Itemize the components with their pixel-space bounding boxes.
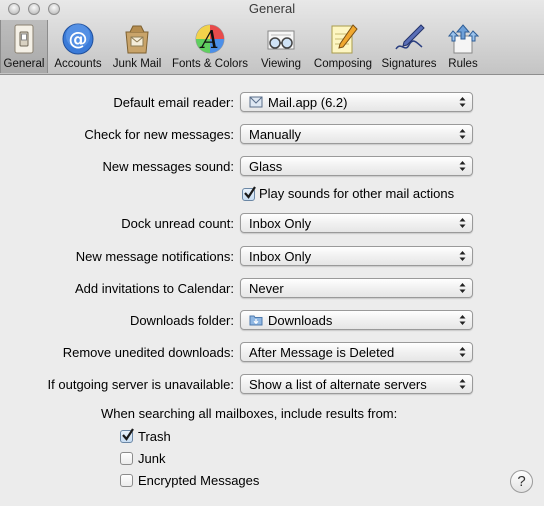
play-sounds-label[interactable]: Play sounds for other mail actions	[259, 186, 454, 201]
dock-unread-count-value: Inbox Only	[249, 216, 312, 231]
downloads-folder-popup[interactable]: Downloads	[240, 310, 473, 330]
rules-arrows-icon	[447, 23, 479, 55]
play-sounds-checkbox[interactable]	[242, 186, 256, 201]
signature-pen-icon	[393, 23, 425, 55]
trash-label[interactable]: Trash	[138, 429, 171, 444]
setting-outgoing-server-unavailable: If outgoing server is unavailable: Show …	[0, 374, 544, 396]
check-new-messages-value: Manually	[249, 127, 302, 142]
popup-arrows-icon	[459, 283, 466, 293]
setting-new-message-notifications: New message notifications: Inbox Only	[0, 246, 544, 268]
tab-composing[interactable]: Composing	[308, 20, 378, 73]
glasses-icon	[265, 23, 297, 55]
tab-rules[interactable]: Rules	[440, 20, 486, 73]
svg-text:@: @	[69, 28, 88, 50]
check-new-messages-popup[interactable]: Manually	[240, 124, 473, 144]
junk-mail-bag-icon	[121, 23, 153, 55]
add-invitations-calendar-value: Never	[249, 281, 284, 296]
remove-unedited-downloads-value: After Message is Deleted	[249, 345, 395, 360]
tab-accounts[interactable]: @ Accounts	[48, 20, 108, 73]
default-email-reader-popup[interactable]: Mail.app (6.2)	[240, 92, 473, 112]
dock-unread-count-label: Dock unread count:	[121, 216, 234, 231]
checkmark-icon	[122, 428, 134, 441]
encrypted-messages-checkbox[interactable]	[120, 474, 133, 487]
folder-icon	[249, 315, 263, 326]
title-bar: General General @ Accounts Junk Mail A F…	[0, 0, 544, 75]
setting-check-new-messages: Check for new messages: Manually	[0, 124, 544, 146]
outgoing-server-unavailable-value: Show a list of alternate servers	[249, 377, 427, 392]
pencil-pad-icon	[327, 23, 359, 55]
setting-default-email-reader: Default email reader: Mail.app (6.2)	[0, 92, 544, 114]
popup-arrows-icon	[459, 379, 466, 389]
tab-signatures[interactable]: Signatures	[378, 20, 440, 73]
popup-arrows-icon	[459, 161, 466, 171]
junk-checkbox[interactable]	[120, 452, 133, 465]
encrypted-messages-label[interactable]: Encrypted Messages	[138, 473, 259, 488]
light-switch-icon	[8, 23, 40, 55]
svg-text:A: A	[199, 26, 218, 54]
tab-general[interactable]: General	[0, 20, 48, 73]
new-messages-sound-popup[interactable]: Glass	[240, 156, 473, 176]
outgoing-server-unavailable-label: If outgoing server is unavailable:	[47, 377, 234, 392]
downloads-folder-value: Downloads	[268, 313, 333, 328]
new-messages-sound-label: New messages sound:	[102, 159, 234, 174]
dock-unread-count-popup[interactable]: Inbox Only	[240, 213, 473, 233]
search-mailboxes-heading: When searching all mailboxes, include re…	[101, 406, 398, 421]
trash-checkbox[interactable]	[120, 428, 134, 443]
junk-label[interactable]: Junk	[138, 451, 165, 466]
setting-add-invitations-calendar: Add invitations to Calendar: Never	[0, 278, 544, 300]
new-message-notifications-popup[interactable]: Inbox Only	[240, 246, 473, 266]
add-invitations-calendar-popup[interactable]: Never	[240, 278, 473, 298]
new-message-notifications-label: New message notifications:	[75, 249, 234, 264]
mail-app-icon	[249, 96, 263, 108]
setting-dock-unread-count: Dock unread count: Inbox Only	[0, 213, 544, 235]
add-invitations-calendar-label: Add invitations to Calendar:	[75, 281, 234, 296]
popup-arrows-icon	[459, 315, 466, 325]
outgoing-server-unavailable-popup[interactable]: Show a list of alternate servers	[240, 374, 473, 394]
remove-unedited-downloads-label: Remove unedited downloads:	[62, 345, 234, 360]
tab-fonts-colors[interactable]: A Fonts & Colors	[166, 20, 254, 73]
fonts-colors-icon: A	[194, 23, 226, 55]
at-sign-icon: @	[62, 23, 94, 55]
downloads-folder-label: Downloads folder:	[129, 313, 234, 328]
check-new-messages-label: Check for new messages:	[84, 127, 234, 142]
new-message-notifications-value: Inbox Only	[249, 249, 312, 264]
tab-viewing[interactable]: Viewing	[254, 20, 308, 73]
help-button[interactable]: ?	[510, 470, 533, 493]
checkmark-icon	[244, 186, 256, 199]
popup-arrows-icon	[459, 347, 466, 357]
new-messages-sound-value: Glass	[249, 159, 283, 174]
mail-preferences-window: General General @ Accounts Junk Mail A F…	[0, 0, 544, 506]
preferences-toolbar: General @ Accounts Junk Mail A Fonts & C…	[0, 20, 486, 74]
popup-arrows-icon	[459, 251, 466, 261]
default-email-reader-value: Mail.app (6.2)	[268, 95, 348, 110]
setting-downloads-folder: Downloads folder: Downloads	[0, 310, 544, 332]
remove-unedited-downloads-popup[interactable]: After Message is Deleted	[240, 342, 473, 362]
popup-arrows-icon	[459, 97, 466, 107]
setting-new-messages-sound: New messages sound: Glass	[0, 156, 544, 178]
tab-junk-mail[interactable]: Junk Mail	[108, 20, 166, 73]
default-email-reader-label: Default email reader:	[113, 95, 234, 110]
window-title: General	[248, 1, 296, 16]
setting-remove-unedited-downloads: Remove unedited downloads: After Message…	[0, 342, 544, 364]
popup-arrows-icon	[459, 218, 466, 228]
popup-arrows-icon	[459, 129, 466, 139]
